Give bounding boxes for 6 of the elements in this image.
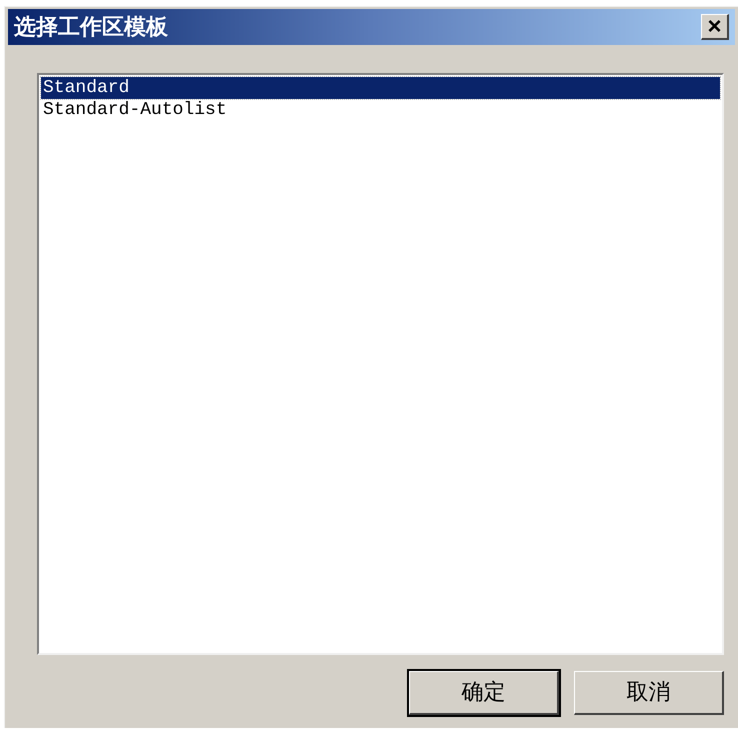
list-item[interactable]: Standard-Autolist: [41, 99, 720, 121]
window-title: 选择工作区模板: [14, 14, 168, 42]
list-item[interactable]: Standard: [41, 77, 720, 99]
dialog-button[interactable]: 确定: [409, 671, 559, 715]
dialog-button[interactable]: 取消: [574, 671, 724, 715]
close-button[interactable]: ×: [701, 14, 729, 40]
